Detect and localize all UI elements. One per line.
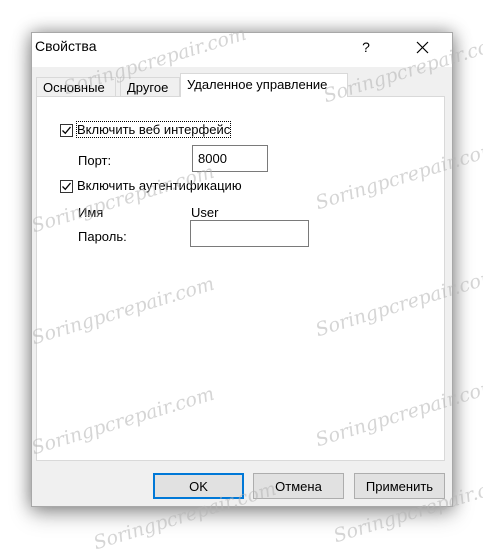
remote-control-panel: Включить веб интерфейс Порт: 8000 Включи… xyxy=(36,96,445,461)
password-input[interactable] xyxy=(190,220,309,247)
dialog-title: Свойства xyxy=(35,38,97,54)
dialog-footer: OK Отмена Применить xyxy=(32,463,452,505)
ok-button-label: OK xyxy=(189,478,208,494)
close-icon xyxy=(416,41,428,53)
port-label: Порт: xyxy=(78,153,112,168)
ok-button[interactable]: OK xyxy=(153,473,244,499)
enable-web-label[interactable]: Включить веб интерфейс xyxy=(75,121,232,138)
apply-button-label: Применить xyxy=(365,478,434,494)
name-value: User xyxy=(191,205,219,220)
help-button[interactable]: ? xyxy=(354,36,378,58)
tab-other[interactable]: Другое xyxy=(120,77,180,96)
port-input[interactable]: 8000 xyxy=(192,145,268,172)
apply-button[interactable]: Применить xyxy=(354,473,445,499)
tab-label: Другое xyxy=(127,80,169,95)
password-label: Пароль: xyxy=(78,229,127,244)
enable-auth-label[interactable]: Включить аутентификацию xyxy=(77,178,242,193)
tab-strip: Основные Другое Удаленное управление xyxy=(36,73,452,97)
checkmark-icon xyxy=(62,126,72,135)
tab-label: Основные xyxy=(43,80,105,95)
name-label: Имя xyxy=(78,205,104,220)
enable-web-checkbox[interactable] xyxy=(60,124,73,137)
enable-auth-checkbox[interactable] xyxy=(60,180,73,193)
tab-remote-control[interactable]: Удаленное управление xyxy=(180,73,348,97)
port-value: 8000 xyxy=(198,151,227,166)
close-button[interactable] xyxy=(410,36,434,58)
cancel-button[interactable]: Отмена xyxy=(253,473,344,499)
checkmark-icon xyxy=(62,182,72,191)
tab-label: Удаленное управление xyxy=(187,77,328,92)
properties-dialog: Свойства ? Основные Другое Удаленное упр… xyxy=(31,32,453,507)
tab-general[interactable]: Основные xyxy=(36,77,116,96)
cancel-button-label: Отмена xyxy=(275,478,322,494)
